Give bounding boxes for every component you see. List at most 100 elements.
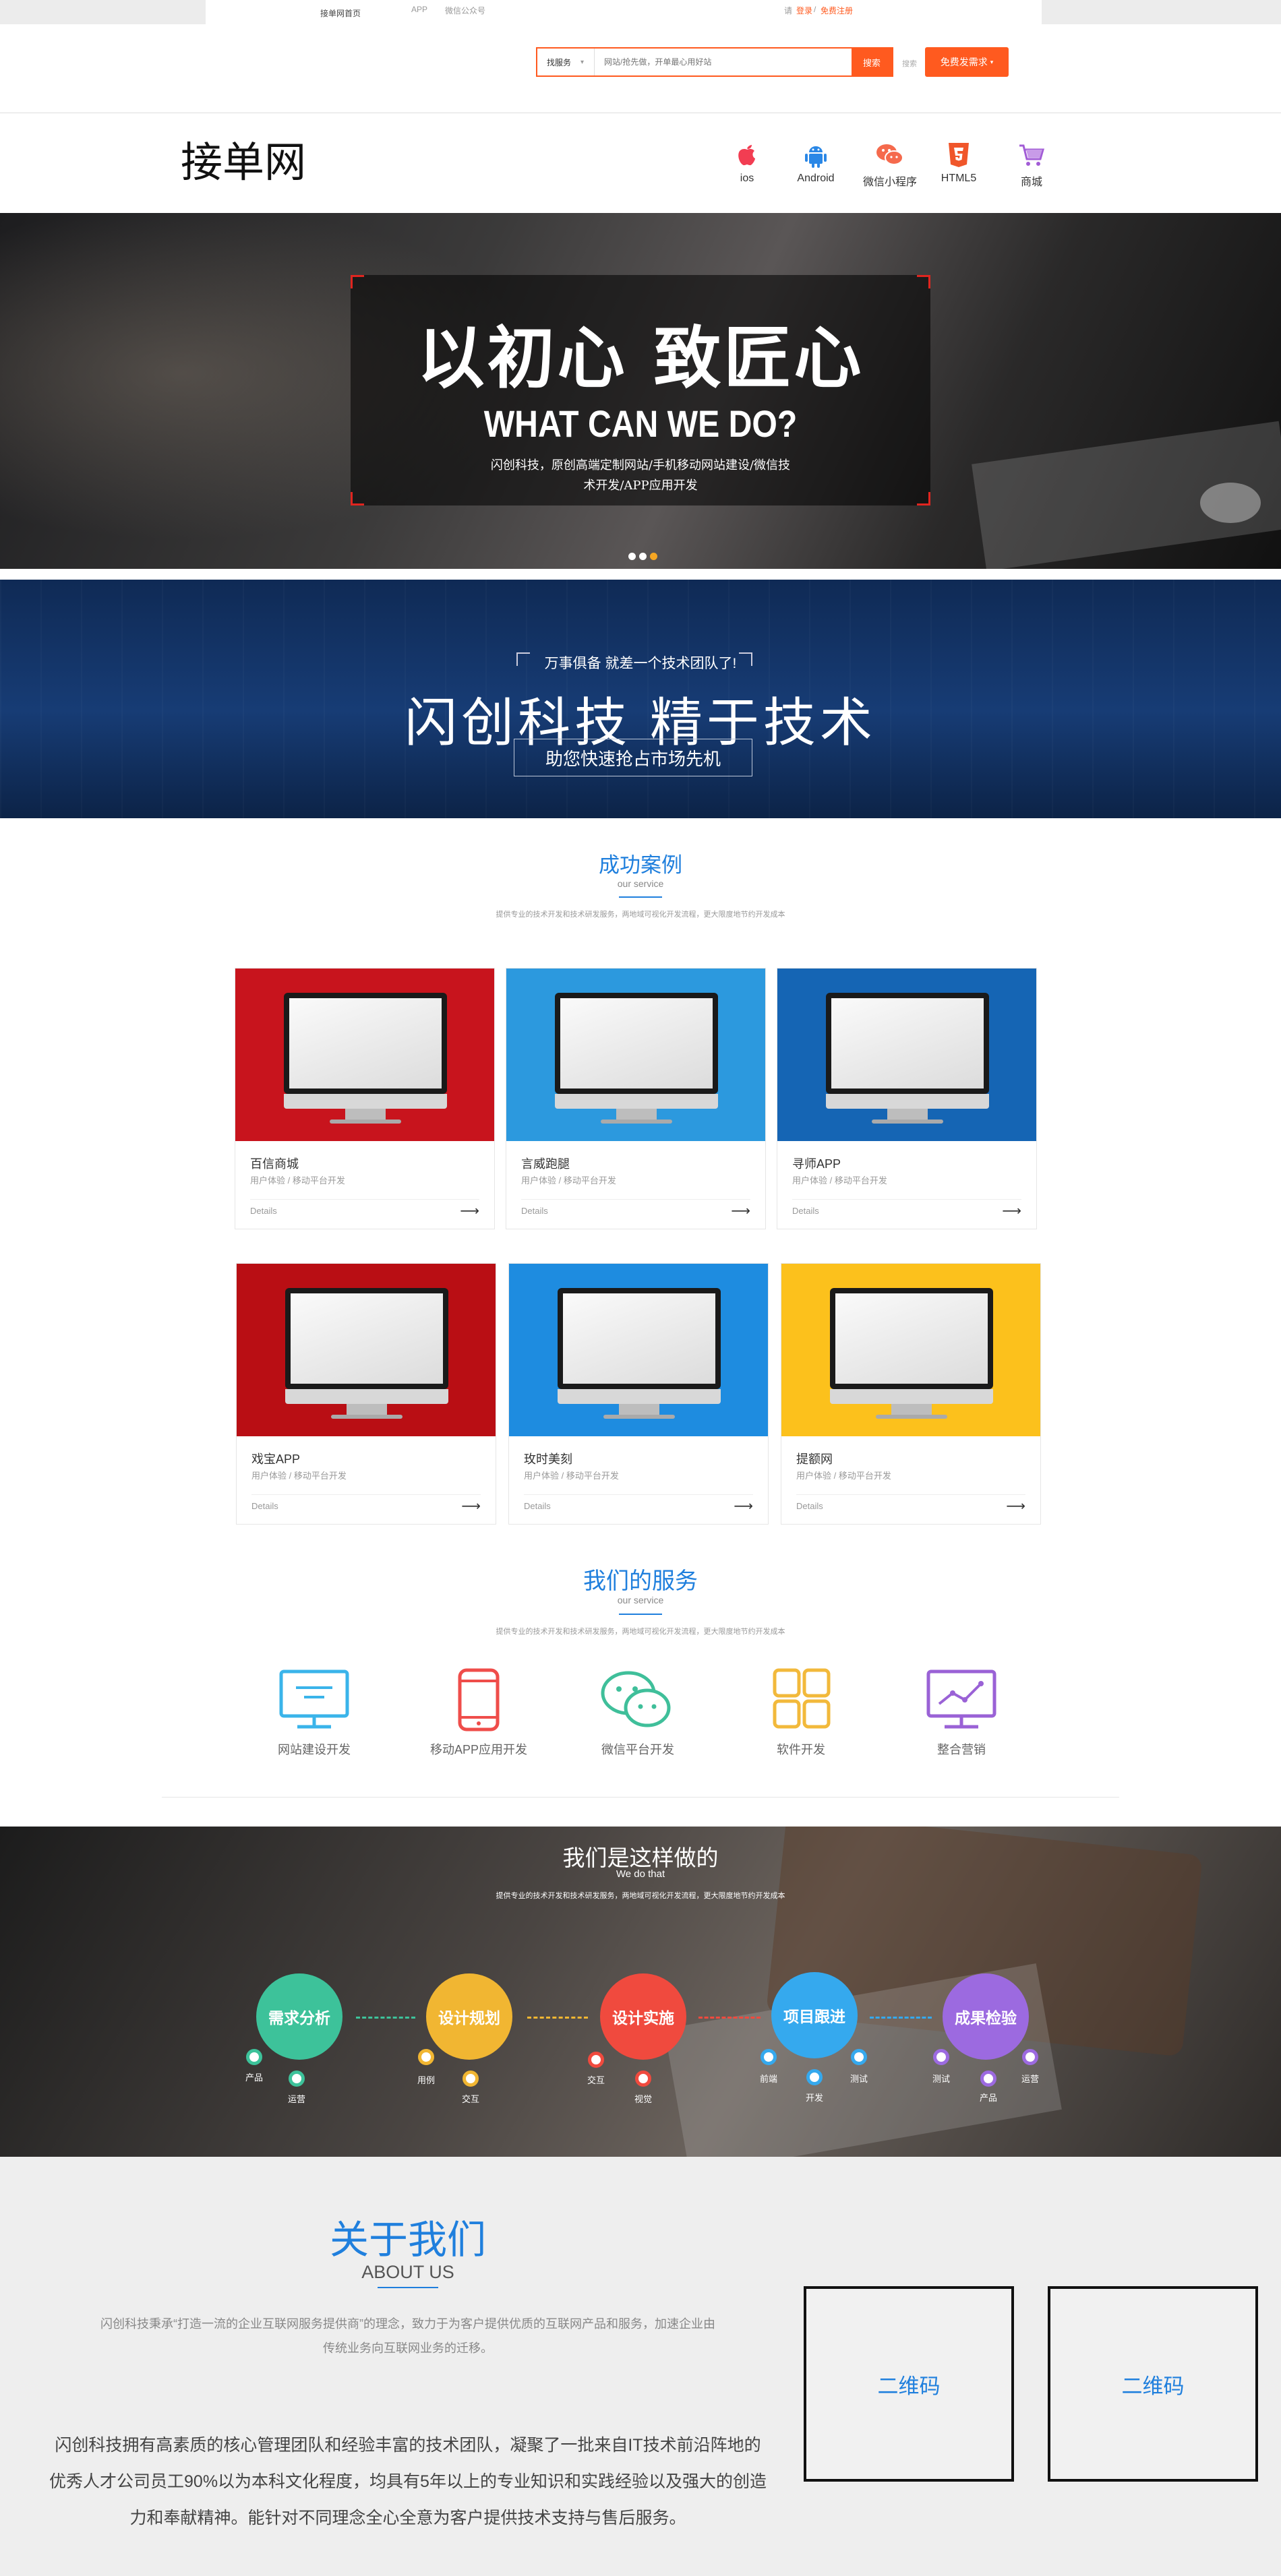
cases-subtitle: our service: [617, 878, 664, 889]
case-details-link[interactable]: Details ⟶: [251, 1494, 481, 1517]
service-label: 软件开发: [777, 1743, 825, 1756]
hero-banner: 以初心 致匠心 WHAT CAN WE DO? 闪创科技，原创高端定制网站/手机…: [0, 213, 1281, 569]
step-dot-label: 用例: [417, 2075, 435, 2085]
step-dot: [1022, 2049, 1038, 2065]
cases-title: 成功案例: [599, 853, 682, 877]
case-card[interactable]: 戏宝APP 用户体验 / 移动平台开发 Details ⟶: [236, 1263, 496, 1525]
step-dot: [980, 2071, 996, 2087]
case-desc: 用户体验 / 移动平台开发: [250, 1175, 345, 1186]
details-label: Details: [524, 1501, 551, 1511]
case-name: 百信商城: [250, 1157, 299, 1171]
case-details-link[interactable]: Details ⟶: [792, 1199, 1021, 1222]
caret-down-icon: ▾: [990, 58, 994, 65]
step-dot-label: 运营: [1021, 2074, 1039, 2084]
home-link[interactable]: 接单网首页: [320, 7, 361, 19]
corner-mark: [351, 492, 364, 505]
title-underline: [619, 896, 662, 898]
phone-icon: [458, 1668, 500, 1731]
case-screenshot: [235, 969, 494, 1141]
arrow-right-icon: ⟶: [460, 1204, 479, 1219]
case-details-link[interactable]: Details ⟶: [524, 1494, 753, 1517]
nav-item-label: 微信小程序: [862, 177, 917, 188]
step-requirements: 需求分析: [256, 1973, 342, 2060]
carousel-dot[interactable]: [639, 553, 647, 560]
post-request-label: 免费发需求: [940, 57, 988, 67]
service-marketing[interactable]: 整合营销: [894, 1667, 1029, 1758]
site-logo[interactable]: 接单网: [181, 128, 306, 189]
step-dot-label: 视觉: [634, 2094, 652, 2104]
nav-item-mall[interactable]: 商城: [998, 142, 1065, 189]
step-dot: [418, 2049, 434, 2065]
monitor-icon: [279, 1669, 349, 1729]
post-request-button[interactable]: 免费发需求 ▾: [925, 47, 1009, 77]
case-desc: 用户体验 / 移动平台开发: [521, 1175, 616, 1186]
register-link[interactable]: 免费注册: [821, 5, 853, 16]
login-link[interactable]: 登录: [796, 5, 812, 16]
services-title: 我们的服务: [583, 1568, 698, 1594]
case-card[interactable]: 提额网 用户体验 / 移动平台开发 Details ⟶: [781, 1263, 1041, 1525]
nav-item-miniprogram[interactable]: 微信小程序: [856, 142, 924, 189]
step-connector: [870, 2017, 932, 2019]
divider: [162, 1797, 1119, 1798]
step-dot: [635, 2071, 651, 2087]
step-dot-label: 产品: [979, 2093, 997, 2103]
search-box: 找服务 ▾ 搜索: [536, 47, 893, 77]
carousel-dot[interactable]: [628, 553, 636, 560]
search-button[interactable]: 搜索: [852, 49, 892, 75]
step-dot: [851, 2049, 867, 2065]
case-screenshot: [509, 1264, 768, 1436]
service-wechat[interactable]: 微信平台开发: [570, 1667, 705, 1758]
case-details-link[interactable]: Details ⟶: [250, 1199, 479, 1222]
case-details-link[interactable]: Details ⟶: [521, 1199, 750, 1222]
qr-code-1: 二维码: [804, 2286, 1014, 2482]
service-app[interactable]: 移动APP应用开发: [411, 1667, 546, 1758]
case-name: 戏宝APP: [251, 1452, 301, 1466]
search-category-label: 找服务: [547, 57, 572, 67]
details-label: Details: [250, 1206, 277, 1216]
step-implementation: 设计实施: [600, 1973, 686, 2060]
step-connector: [698, 2017, 761, 2019]
search-small-link[interactable]: 搜索: [902, 58, 917, 69]
case-name: 玫时美刻: [524, 1452, 572, 1466]
process-desc: 提供专业的技术开发和技术研发服务，两地域可视化开发流程，更大限度地节约开发成本: [496, 1892, 785, 1900]
case-card[interactable]: 玫时美刻 用户体验 / 移动平台开发 Details ⟶: [508, 1263, 769, 1525]
apple-icon: [738, 145, 755, 166]
step-dot: [246, 2049, 262, 2065]
monitor-mockup: [284, 993, 447, 1094]
search-category-select[interactable]: 找服务 ▾: [537, 49, 595, 75]
wechat-link[interactable]: 微信公众号: [445, 5, 485, 16]
arrow-right-icon: ⟶: [731, 1204, 750, 1219]
details-label: Details: [521, 1206, 548, 1216]
about-body-1: 闪创科技拥有高素质的核心管理团队和经验丰富的技术团队，凝聚了一批来自IT技术前沿…: [55, 2436, 761, 2455]
step-connector: [356, 2017, 415, 2019]
nav-item-html5[interactable]: HTML5: [925, 142, 992, 185]
nav-item-ios[interactable]: ios: [713, 142, 781, 185]
case-screenshot: [781, 1264, 1040, 1436]
nav-item-android[interactable]: Android: [782, 142, 850, 185]
service-web[interactable]: 网站建设开发: [247, 1667, 382, 1758]
app-link[interactable]: APP: [411, 5, 427, 14]
step-planning: 设计规划: [426, 1973, 512, 2060]
case-screenshot: [237, 1264, 496, 1436]
step-dot: [289, 2071, 305, 2087]
arrow-right-icon: ⟶: [1006, 1499, 1025, 1514]
carousel-dot-active[interactable]: [650, 553, 657, 560]
case-card[interactable]: 百信商城 用户体验 / 移动平台开发 Details ⟶: [235, 968, 495, 1229]
case-card[interactable]: 寻师APP 用户体验 / 移动平台开发 Details ⟶: [777, 968, 1037, 1229]
search-input[interactable]: [595, 49, 852, 75]
arrow-right-icon: ⟶: [461, 1499, 481, 1514]
step-dot: [588, 2052, 604, 2068]
step-dot-label: 前端: [759, 2074, 777, 2084]
hero-title-cn: 以初心 致匠心: [417, 318, 864, 398]
case-details-link[interactable]: Details ⟶: [796, 1494, 1025, 1517]
team-banner: 万事俱备 就差一个技术团队了! 闪创科技 精于技术 助您快速抢占市场先机: [0, 580, 1281, 818]
android-icon: [805, 146, 827, 168]
step-dot-label: 交互: [461, 2094, 479, 2104]
top-bar-inner: 接单网首页 APP 微信公众号 请 登录 / 免费注册: [206, 0, 1042, 24]
greeting-text: 请: [784, 6, 793, 16]
nav-item-label: 商城: [1020, 177, 1042, 188]
service-software[interactable]: 软件开发: [734, 1667, 868, 1758]
title-underline: [378, 2287, 438, 2288]
case-card[interactable]: 言威跑腿 用户体验 / 移动平台开发 Details ⟶: [506, 968, 766, 1229]
case-desc: 用户体验 / 移动平台开发: [524, 1471, 619, 1481]
